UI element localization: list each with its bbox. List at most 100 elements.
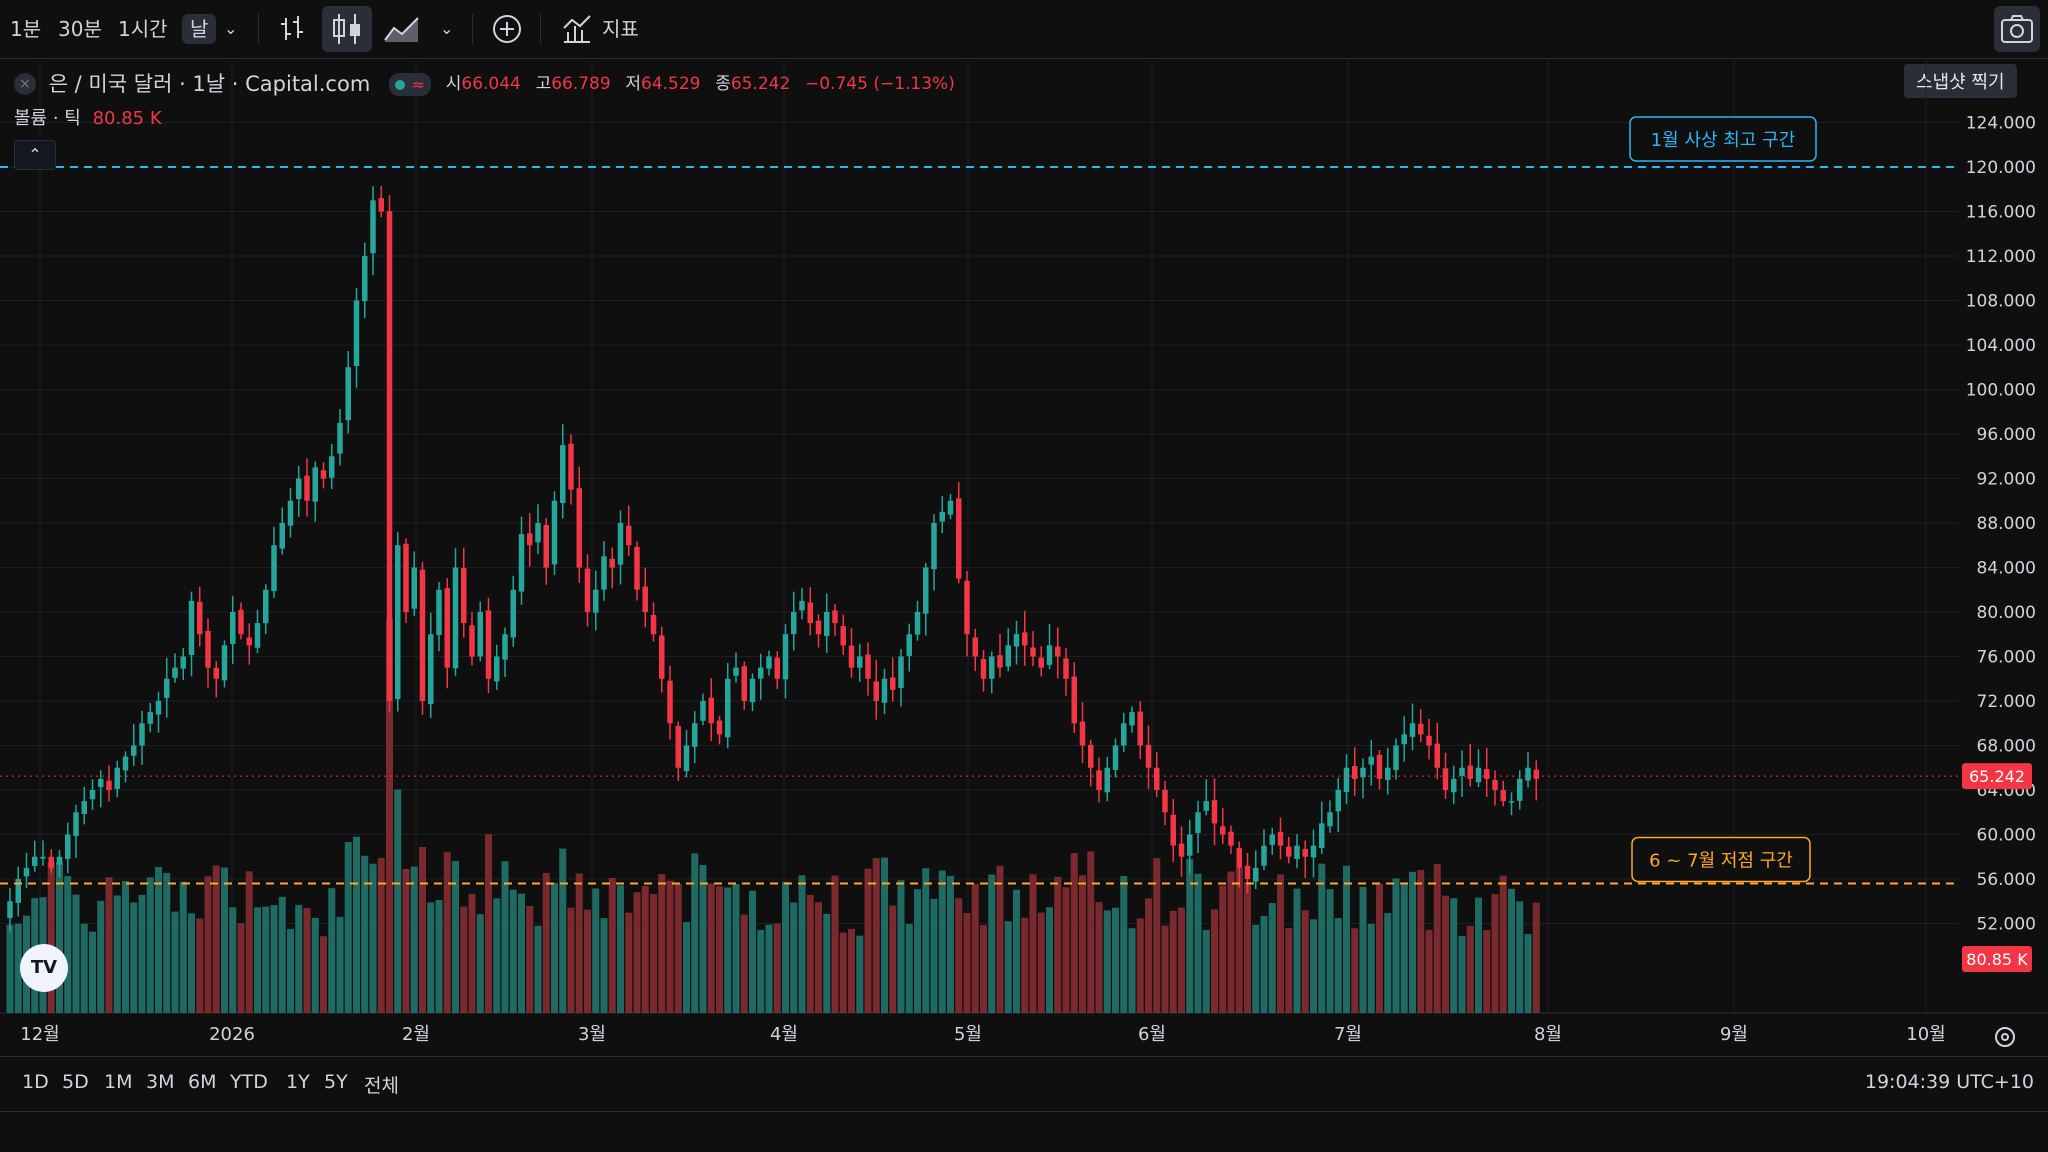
collapse-legend-chevron-up-icon[interactable]: ⌃ [14, 140, 56, 170]
candle-body [1418, 723, 1424, 735]
range-ytd[interactable]: YTD [230, 1071, 268, 1093]
volume-bar [666, 880, 674, 1013]
candle-body [758, 667, 764, 679]
volume-bar [641, 886, 649, 1013]
candle-body [1071, 676, 1077, 724]
volume-bar [163, 872, 171, 1013]
candle-body [370, 200, 376, 254]
price-tick-label: 56.000 [1977, 870, 2036, 890]
candle-body [188, 600, 195, 655]
candle-body [1030, 647, 1036, 657]
bar-chart-type-icon[interactable] [278, 12, 308, 46]
tradingview-logo-icon[interactable]: TV [20, 944, 68, 992]
volume-bar [1400, 882, 1408, 1013]
candle-body [147, 712, 153, 724]
candle-body [469, 625, 475, 657]
candle-body [1187, 834, 1193, 856]
candle-body [1038, 657, 1044, 668]
settings-gear-icon[interactable] [1990, 1022, 2020, 1052]
volume-bar [773, 923, 781, 1013]
range-5y[interactable]: 5Y [324, 1071, 348, 1093]
volume-bar [105, 877, 113, 1013]
volume-bar [815, 902, 822, 1013]
candle-chart-type-button[interactable] [322, 6, 372, 52]
clock[interactable]: 19:04:39 UTC+10 [1865, 1071, 2034, 1093]
volume-bar [732, 884, 740, 1013]
candle-body [73, 812, 79, 836]
price-tick-label: 116.000 [1966, 203, 2036, 223]
candle-body [1327, 812, 1333, 827]
price-tick-label: 124.000 [1966, 114, 2036, 134]
interval-30m[interactable]: 30분 [58, 14, 102, 44]
volume-bar [518, 893, 525, 1013]
top-toolbar: 1분 30분 1시간 날 ⌄ ⌄ 지표 [0, 0, 2048, 59]
interval-day[interactable]: 날 [182, 14, 217, 44]
price-tick-label: 60.000 [1977, 826, 2036, 846]
open-label: 시 [445, 74, 462, 94]
candle-body [1352, 765, 1358, 779]
candle-body [205, 630, 211, 668]
candles [7, 185, 1539, 933]
volume-bar [278, 896, 286, 1013]
volume-bar [89, 931, 96, 1013]
candle-body [848, 645, 855, 668]
volume-bar [1301, 910, 1309, 1013]
close-legend-icon[interactable]: × [14, 73, 36, 95]
volume-bar [1516, 901, 1524, 1013]
price-tick-label: 52.000 [1977, 915, 2036, 935]
candle-body [1335, 790, 1341, 812]
indicators-label[interactable]: 지표 [602, 14, 639, 44]
candle-body [32, 856, 38, 866]
interval-dropdown-chevron-icon[interactable]: ⌄ [224, 14, 237, 44]
symbol-name[interactable]: 은 / 미국 달러 · 1날 · Capital.com [49, 72, 371, 96]
volume-bar [188, 913, 195, 1013]
range-1d[interactable]: 1D [22, 1071, 49, 1093]
area-chart-type-icon[interactable] [382, 12, 422, 46]
high-value: 66.789 [551, 74, 611, 94]
range-6m[interactable]: 6M [188, 1071, 216, 1093]
volume-bar [839, 932, 847, 1013]
chart-type-chevron-icon[interactable]: ⌄ [440, 14, 453, 44]
candle-body [1286, 846, 1292, 857]
volume-bar [1367, 923, 1375, 1013]
volume-bar [476, 914, 484, 1013]
market-status-badge[interactable]: ≈ [388, 72, 432, 96]
price-axis: 124.000 120.000 116.000 112.000 108.000 104.0… [1962, 114, 2036, 972]
candle-body [980, 659, 987, 679]
add-compare-icon[interactable] [490, 12, 524, 46]
candle-body [461, 568, 467, 624]
volume-bar [1524, 934, 1532, 1013]
candle-body [568, 443, 574, 490]
indicators-icon[interactable] [560, 12, 594, 46]
range-1y[interactable]: 1Y [286, 1071, 310, 1093]
low-label: 저 [625, 74, 642, 94]
range-1m[interactable]: 1M [104, 1071, 132, 1093]
interval-1m[interactable]: 1분 [10, 14, 41, 44]
snapshot-button[interactable] [1994, 6, 2040, 52]
volume-bar [1103, 910, 1111, 1013]
volume-bar [872, 858, 880, 1013]
range-all[interactable]: 전체 [364, 1071, 399, 1098]
volume-bar [460, 906, 468, 1013]
price-chart[interactable]: 1월 사상 최고 구간 6 ~ 7월 저점 구간 124.000 120.000 11… [0, 58, 2048, 1058]
candle-body [881, 678, 888, 703]
volume-bar [1277, 874, 1284, 1013]
candle-body [1096, 770, 1102, 790]
candle-body [782, 634, 789, 680]
volume-bar [6, 924, 14, 1013]
range-5d[interactable]: 5D [62, 1071, 89, 1093]
candle-body [1137, 711, 1143, 746]
candle-body [832, 610, 838, 624]
range-3m[interactable]: 3M [146, 1071, 174, 1093]
volume-bar [212, 865, 220, 1013]
candle-body [997, 655, 1003, 668]
time-tick-label: 8월 [1534, 1024, 1562, 1045]
volume-bar [691, 853, 699, 1013]
interval-1h[interactable]: 1시간 [118, 14, 168, 44]
volume-bar [402, 868, 410, 1013]
volume-bar [509, 889, 517, 1013]
volume-bar [633, 892, 641, 1013]
candle-body [296, 478, 302, 500]
volume-legend: 볼륨 · 틱 80.85 K [14, 104, 162, 130]
volume-bar [856, 935, 864, 1013]
